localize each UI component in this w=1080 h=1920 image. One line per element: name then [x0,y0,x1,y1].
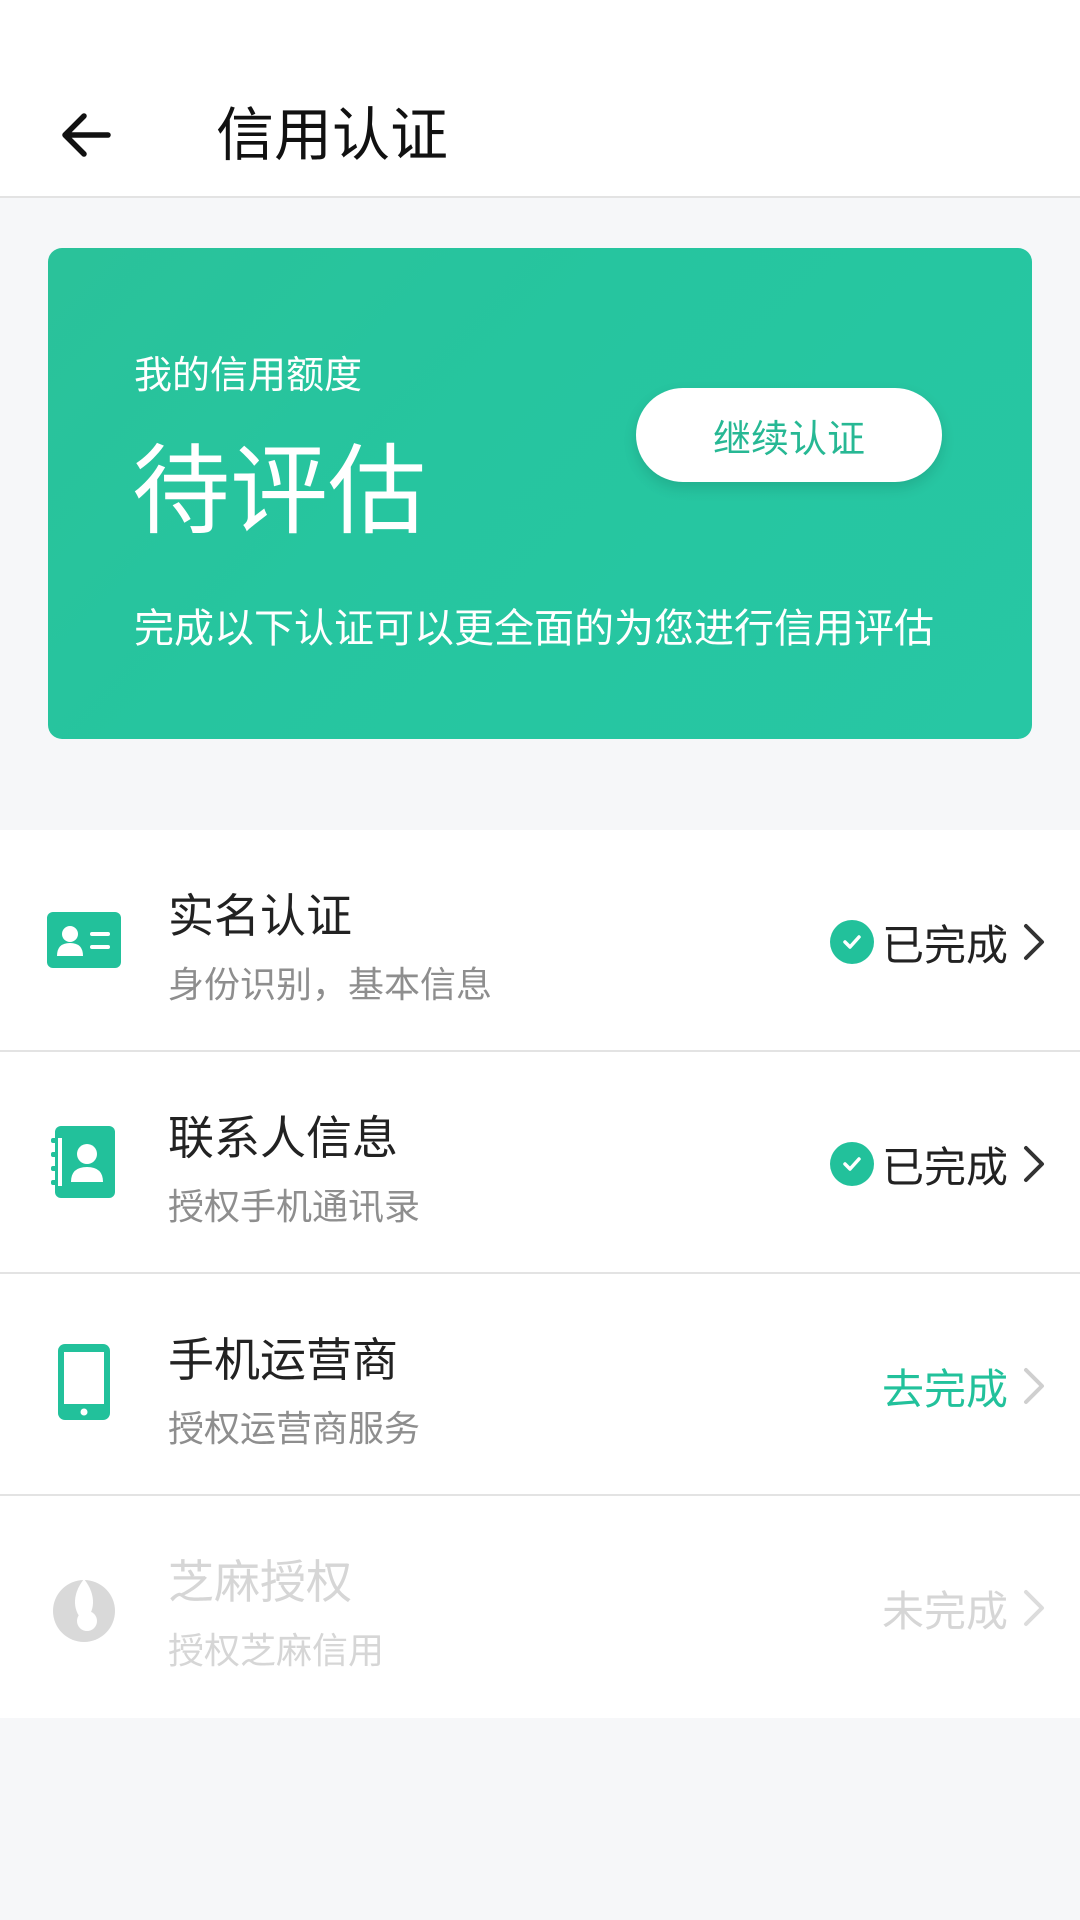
status-completed: 已完成 [829,1136,1046,1192]
status-incomplete: 未完成 [882,1580,1046,1636]
continue-verification-button[interactable]: 继续认证 [636,388,942,482]
item-title: 联系人信息 [168,1111,398,1165]
list-item-mobile-carrier[interactable]: 手机运营商 授权运营商服务 去完成 [0,1274,1080,1496]
check-icon [829,1142,874,1186]
status-text: 已完成 [881,1142,1008,1192]
contacts-book-icon [46,1124,122,1200]
chevron-right-icon [1022,1588,1046,1628]
back-button[interactable] [40,90,130,180]
check-icon [829,920,874,964]
item-subtitle: 授权运营商服务 [168,1409,421,1450]
credit-limit-label: 我的信用额度 [134,353,363,397]
item-subtitle: 身份识别，基本信息 [168,965,493,1006]
item-title: 芝麻授权 [168,1555,352,1609]
chevron-right-icon [1022,1144,1046,1184]
chevron-right-icon [1022,1366,1046,1406]
item-subtitle: 授权芝麻信用 [168,1631,385,1672]
status-text: 未完成 [881,1586,1008,1636]
list-item-contacts[interactable]: 联系人信息 授权手机通讯录 已完成 [0,1052,1080,1274]
id-card-icon [46,902,122,978]
chevron-right-icon [1022,922,1046,962]
status-pending: 去完成 [882,1358,1046,1414]
status-text: 去完成 [881,1364,1008,1414]
list-item-sesame[interactable]: 芝麻授权 授权芝麻信用 未完成 [0,1496,1080,1718]
status-completed: 已完成 [829,914,1046,970]
item-title: 实名认证 [168,889,352,943]
page-title: 信用认证 [216,101,449,169]
back-arrow-icon [62,113,111,157]
status-text: 已完成 [881,920,1008,970]
credit-limit-card: 我的信用额度 待评估 继续认证 完成以下认证可以更全面的为您进行信用评估 [48,248,1032,739]
credit-card-description: 完成以下认证可以更全面的为您进行信用评估 [134,606,934,652]
item-subtitle: 授权手机通讯录 [168,1187,421,1228]
sesame-icon [46,1568,122,1644]
verification-list: 实名认证 身份识别，基本信息 已完成 联系人信息 授权手机通讯录 已完成 手机运… [0,830,1080,1718]
mobile-phone-icon [46,1344,122,1420]
list-item-real-name[interactable]: 实名认证 身份识别，基本信息 已完成 [0,830,1080,1052]
item-title: 手机运营商 [168,1333,398,1387]
credit-limit-value: 待评估 [132,435,427,549]
app-header: 信用认证 [0,0,1080,198]
